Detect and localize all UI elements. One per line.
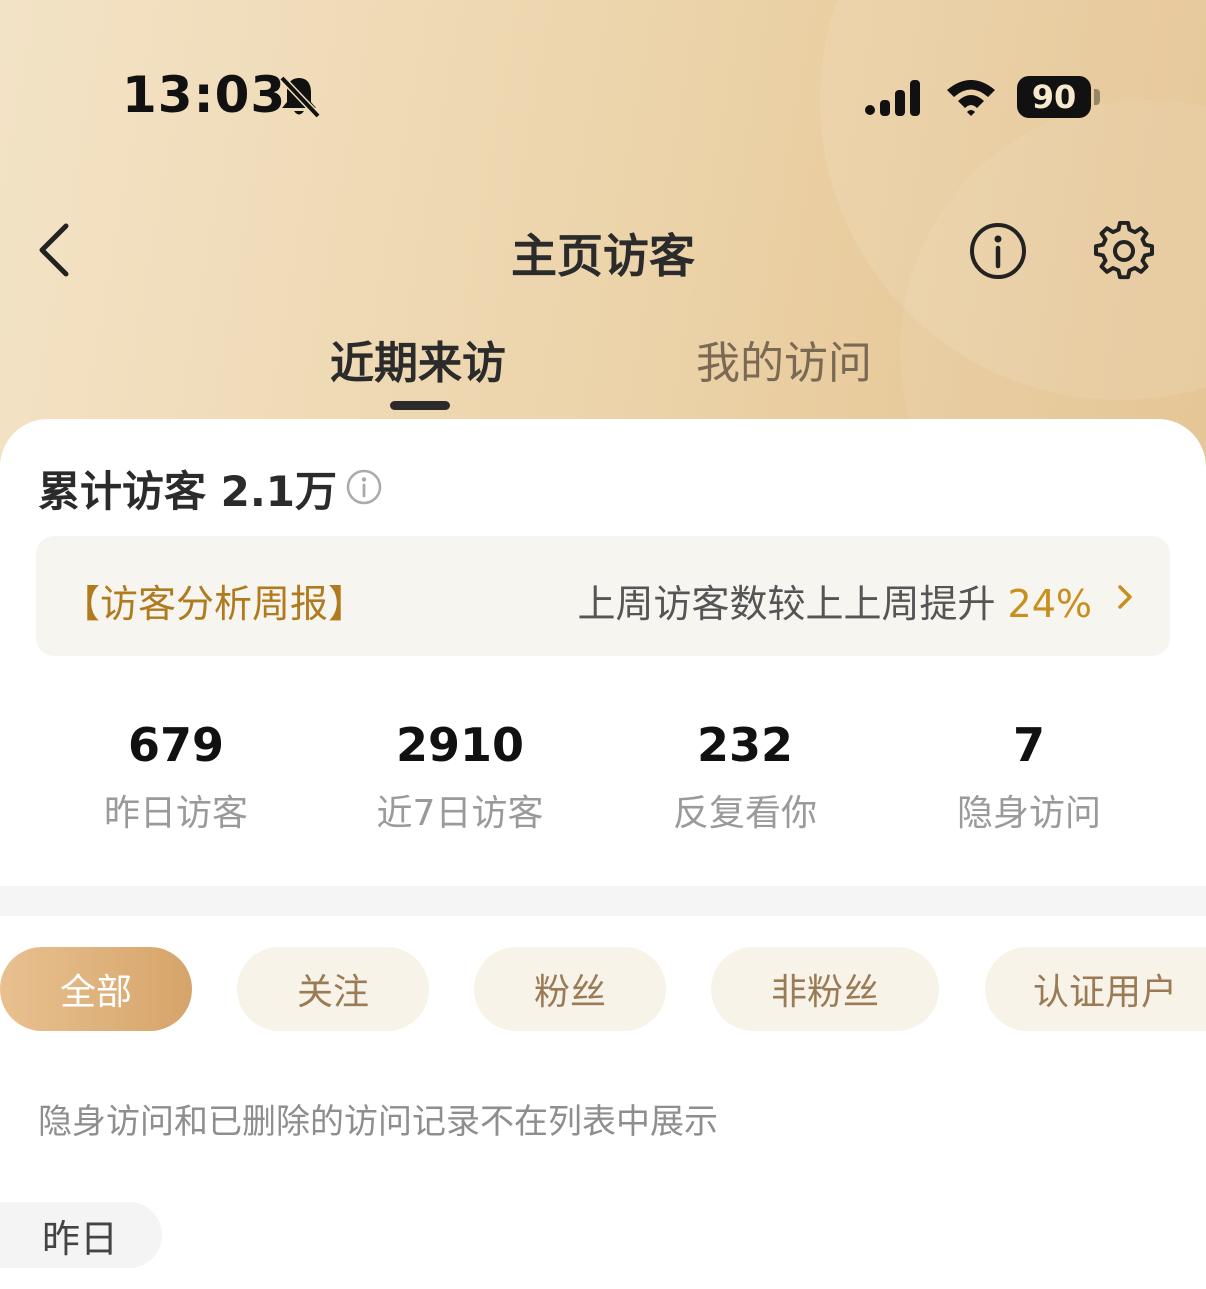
section-divider (0, 886, 1206, 916)
battery-cap (1094, 89, 1100, 105)
stat-repeat-viewers[interactable]: 232 反复看你 (625, 718, 865, 836)
stat-yesterday-visitors[interactable]: 679 昨日访客 (56, 718, 296, 836)
tab-recent-visits[interactable]: 近期来访 (330, 327, 506, 391)
page-title: 主页访客 (511, 229, 695, 283)
stat-label: 近7日访客 (376, 793, 544, 834)
stat-label: 昨日访客 (103, 793, 248, 834)
bell-muted-icon (279, 75, 321, 119)
total-visitors-label: 累计访客 2.1万 (38, 467, 338, 516)
filter-chip-fans[interactable]: 粉丝 (474, 947, 666, 1031)
back-chevron-icon[interactable] (34, 220, 74, 280)
filter-chip-following[interactable]: 关注 (237, 947, 429, 1031)
stat-value: 7 (1012, 718, 1045, 772)
battery-indicator: 90 (1017, 76, 1091, 118)
weekly-report-desc: 上周访客数较上上周提升 24% (577, 573, 1092, 628)
stat-value: 679 (127, 718, 225, 772)
filter-chip-all[interactable]: 全部 (0, 947, 192, 1031)
stat-7day-visitors[interactable]: 2910 近7日访客 (340, 718, 580, 836)
weekly-report-banner[interactable]: 【访客分析周报】 上周访客数较上上周提升 24% (36, 536, 1170, 656)
filter-chip-non-fans[interactable]: 非粉丝 (711, 947, 939, 1031)
status-time: 13:03 (122, 66, 287, 124)
cellular-signal-icon (865, 80, 920, 116)
stat-label: 反复看你 (672, 793, 817, 834)
tab-my-visits[interactable]: 我的访问 (696, 327, 872, 391)
info-icon[interactable] (968, 221, 1028, 281)
gear-icon[interactable] (1094, 221, 1154, 281)
weekly-report-percent: 24% (1007, 582, 1092, 626)
info-icon[interactable] (345, 468, 383, 506)
day-section-label: 昨日 (0, 1202, 162, 1268)
stat-label: 隐身访问 (956, 793, 1101, 834)
stat-value: 232 (696, 718, 794, 772)
stat-value: 2910 (395, 718, 525, 772)
weekly-report-title: 【访客分析周报】 (62, 582, 367, 626)
wifi-icon (947, 80, 995, 116)
hidden-records-note: 隐身访问和已删除的访问记录不在列表中展示 (38, 1102, 718, 1142)
chevron-right-icon (1118, 585, 1132, 609)
weekly-report-desc-text: 上周访客数较上上周提升 (577, 582, 1008, 626)
stat-hidden-visits[interactable]: 7 隐身访问 (909, 718, 1149, 836)
filter-chip-verified-users[interactable]: 认证用户 (985, 947, 1206, 1031)
tab-active-indicator (390, 401, 450, 410)
